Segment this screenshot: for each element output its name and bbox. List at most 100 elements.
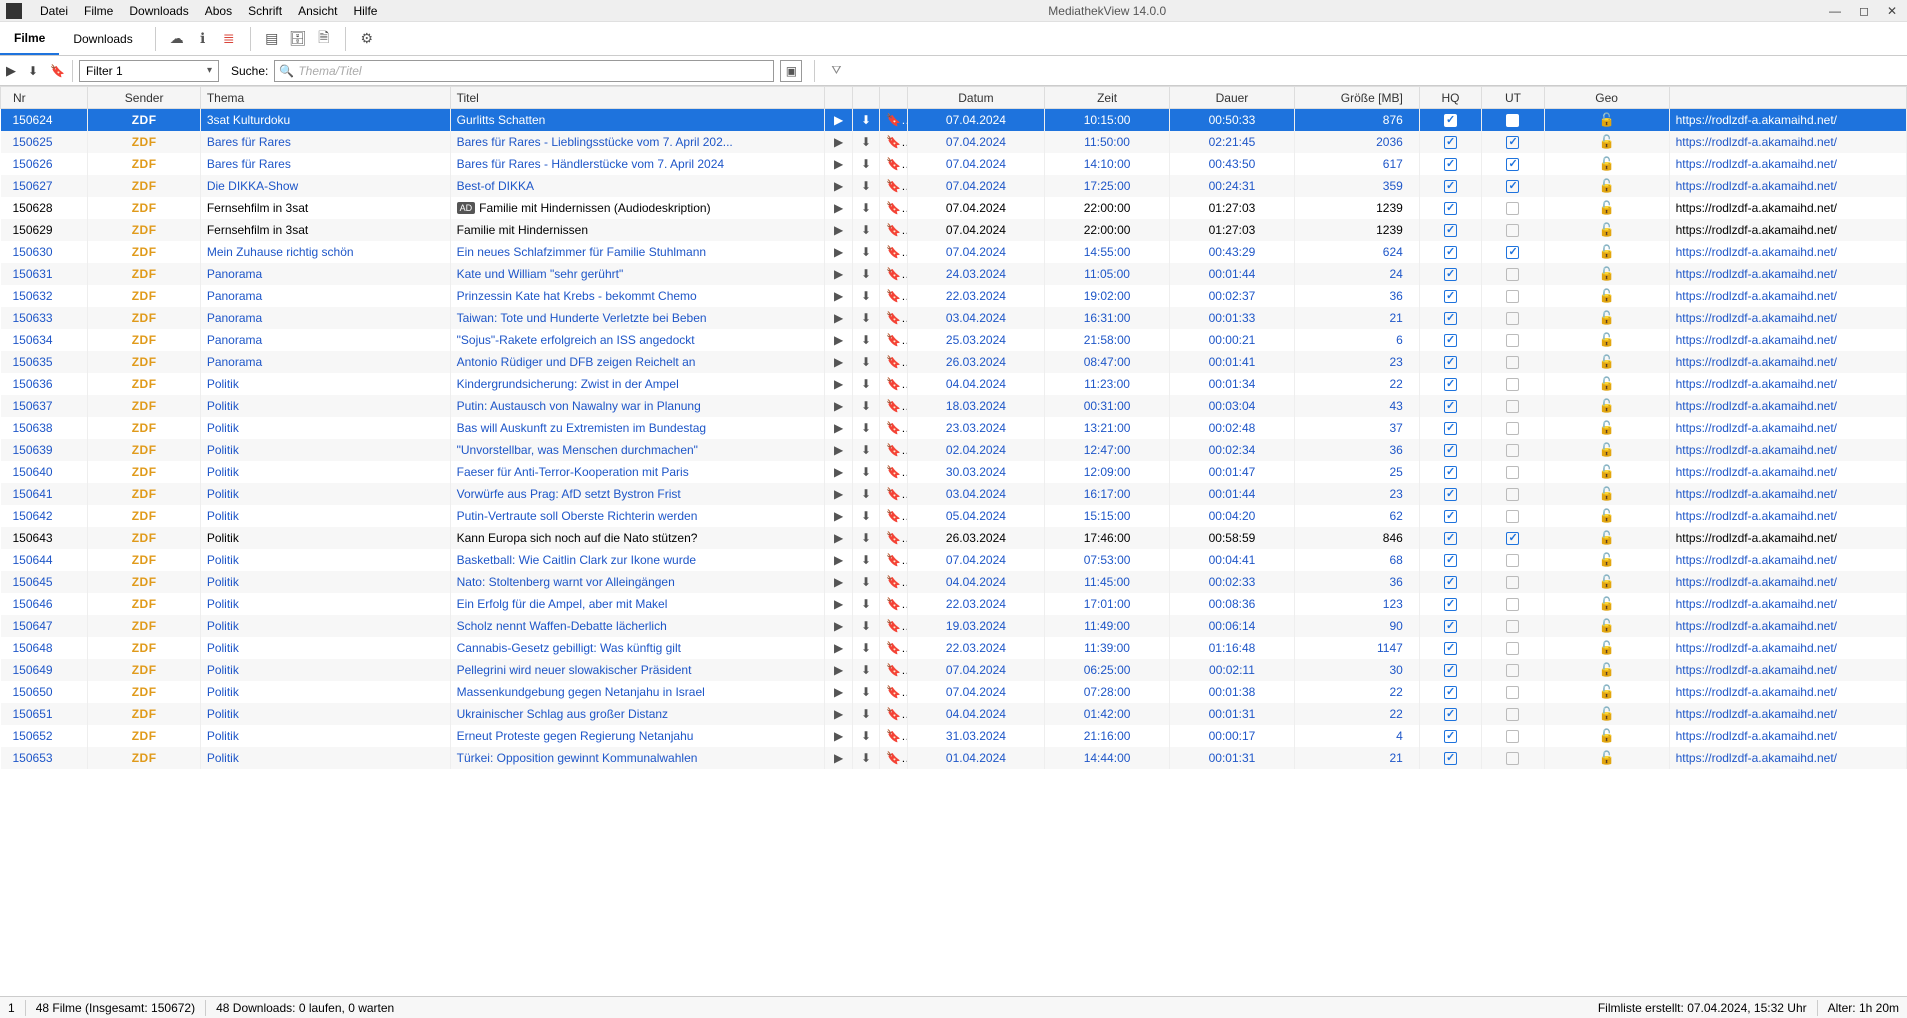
cell-bookmark[interactable]: 🔖 xyxy=(880,197,907,219)
table-row[interactable]: 150648ZDFPolitikCannabis-Gesetz gebillig… xyxy=(1,637,1907,659)
cell-play[interactable]: ▶ xyxy=(825,219,852,241)
menu-item-hilfe[interactable]: Hilfe xyxy=(345,4,385,18)
table-row[interactable]: 150630ZDFMein Zuhause richtig schönEin n… xyxy=(1,241,1907,263)
tab-filme[interactable]: Filme xyxy=(0,23,59,55)
cell-bookmark[interactable]: 🔖 xyxy=(880,593,907,615)
table-row[interactable]: 150647ZDFPolitikScholz nennt Waffen-Deba… xyxy=(1,615,1907,637)
cell-play[interactable]: ▶ xyxy=(825,615,852,637)
cell-bookmark[interactable]: 🔖 xyxy=(880,153,907,175)
col-geo[interactable]: Geo xyxy=(1544,87,1669,109)
cloud-download-icon[interactable]: ☁ xyxy=(164,30,190,47)
table-row[interactable]: 150649ZDFPolitikPellegrini wird neuer sl… xyxy=(1,659,1907,681)
col-thema[interactable]: Thema xyxy=(200,87,450,109)
cell-download[interactable]: ⬇ xyxy=(852,329,879,351)
table-row[interactable]: 150627ZDFDie DIKKA-ShowBest-of DIKKA▶⬇🔖0… xyxy=(1,175,1907,197)
table-row[interactable]: 150646ZDFPolitikEin Erfolg für die Ampel… xyxy=(1,593,1907,615)
cell-download[interactable]: ⬇ xyxy=(852,175,879,197)
cell-play[interactable]: ▶ xyxy=(825,351,852,373)
table-row[interactable]: 150629ZDFFernsehfilm in 3satFamilie mit … xyxy=(1,219,1907,241)
cell-bookmark[interactable]: 🔖 xyxy=(880,615,907,637)
col-size[interactable]: Größe [MB] xyxy=(1294,87,1419,109)
table-row[interactable]: 150652ZDFPolitikErneut Proteste gegen Re… xyxy=(1,725,1907,747)
cell-bookmark[interactable]: 🔖 xyxy=(880,285,907,307)
cell-play[interactable]: ▶ xyxy=(825,263,852,285)
cell-download[interactable]: ⬇ xyxy=(852,703,879,725)
col-nr[interactable]: Nr xyxy=(1,87,88,109)
cell-bookmark[interactable]: 🔖 xyxy=(880,417,907,439)
cell-download[interactable]: ⬇ xyxy=(852,681,879,703)
cell-download[interactable]: ⬇ xyxy=(852,373,879,395)
cell-play[interactable]: ▶ xyxy=(825,461,852,483)
filter-select[interactable]: Filter 1 ▾ xyxy=(79,60,219,82)
table-row[interactable]: 150624ZDF3sat KulturdokuGurlitts Schatte… xyxy=(1,109,1907,131)
cell-play[interactable]: ▶ xyxy=(825,131,852,153)
cell-download[interactable]: ⬇ xyxy=(852,153,879,175)
cell-bookmark[interactable]: 🔖 xyxy=(880,483,907,505)
cell-play[interactable]: ▶ xyxy=(825,307,852,329)
table-row[interactable]: 150637ZDFPolitikPutin: Austausch von Naw… xyxy=(1,395,1907,417)
funnel-icon[interactable]: ⛛ xyxy=(831,63,841,78)
col-hq[interactable]: HQ xyxy=(1419,87,1481,109)
cell-play[interactable]: ▶ xyxy=(825,483,852,505)
close-icon[interactable]: ✕ xyxy=(1887,4,1897,18)
cell-bookmark[interactable]: 🔖 xyxy=(880,351,907,373)
col-titel[interactable]: Titel xyxy=(450,87,825,109)
table-row[interactable]: 150628ZDFFernsehfilm in 3satADFamilie mi… xyxy=(1,197,1907,219)
cell-play[interactable]: ▶ xyxy=(825,593,852,615)
cell-play[interactable]: ▶ xyxy=(825,109,852,131)
table-row[interactable]: 150631ZDFPanoramaKate und William "sehr … xyxy=(1,263,1907,285)
cell-play[interactable]: ▶ xyxy=(825,153,852,175)
cell-bookmark[interactable]: 🔖 xyxy=(880,527,907,549)
cell-bookmark[interactable]: 🔖 xyxy=(880,659,907,681)
cell-bookmark[interactable]: 🔖 xyxy=(880,175,907,197)
col-play[interactable] xyxy=(825,87,852,109)
menu-item-datei[interactable]: Datei xyxy=(32,4,76,18)
cell-bookmark[interactable]: 🔖 xyxy=(880,439,907,461)
cell-play[interactable]: ▶ xyxy=(825,725,852,747)
cell-bookmark[interactable]: 🔖 xyxy=(880,549,907,571)
table-row[interactable]: 150645ZDFPolitikNato: Stoltenberg warnt … xyxy=(1,571,1907,593)
cell-bookmark[interactable]: 🔖 xyxy=(880,747,907,769)
cell-download[interactable]: ⬇ xyxy=(852,615,879,637)
cell-download[interactable]: ⬇ xyxy=(852,593,879,615)
cell-play[interactable]: ▶ xyxy=(825,747,852,769)
cell-bookmark[interactable]: 🔖 xyxy=(880,219,907,241)
menu-item-filme[interactable]: Filme xyxy=(76,4,121,18)
cell-bookmark[interactable]: 🔖 xyxy=(880,395,907,417)
cell-play[interactable]: ▶ xyxy=(825,241,852,263)
col-zeit[interactable]: Zeit xyxy=(1045,87,1170,109)
cell-download[interactable]: ⬇ xyxy=(852,527,879,549)
menu-item-schrift[interactable]: Schrift xyxy=(240,4,290,18)
table-row[interactable]: 150638ZDFPolitikBas will Auskunft zu Ext… xyxy=(1,417,1907,439)
table-row[interactable]: 150643ZDFPolitikKann Europa sich noch au… xyxy=(1,527,1907,549)
settings-icon[interactable]: ⚙ xyxy=(354,30,380,47)
search-input[interactable] xyxy=(298,64,769,78)
cell-play[interactable]: ▶ xyxy=(825,681,852,703)
cell-play[interactable]: ▶ xyxy=(825,439,852,461)
cell-bookmark[interactable]: 🔖 xyxy=(880,637,907,659)
menu-item-ansicht[interactable]: Ansicht xyxy=(290,4,345,18)
cell-download[interactable]: ⬇ xyxy=(852,131,879,153)
cell-bookmark[interactable]: 🔖 xyxy=(880,461,907,483)
cell-play[interactable]: ▶ xyxy=(825,395,852,417)
cell-download[interactable]: ⬇ xyxy=(852,439,879,461)
document-icon[interactable]: 🗎 xyxy=(311,27,337,51)
cell-bookmark[interactable]: 🔖 xyxy=(880,241,907,263)
cell-bookmark[interactable]: 🔖 xyxy=(880,571,907,593)
table-row[interactable]: 150653ZDFPolitikTürkei: Opposition gewin… xyxy=(1,747,1907,769)
panel-icon[interactable]: ▤ xyxy=(259,30,285,47)
cell-download[interactable]: ⬇ xyxy=(852,395,879,417)
table-row[interactable]: 150625ZDFBares für RaresBares für Rares … xyxy=(1,131,1907,153)
cell-play[interactable]: ▶ xyxy=(825,373,852,395)
play-icon[interactable]: ▶ xyxy=(6,63,22,79)
cell-download[interactable]: ⬇ xyxy=(852,285,879,307)
cell-download[interactable]: ⬇ xyxy=(852,351,879,373)
cell-play[interactable]: ▶ xyxy=(825,285,852,307)
cell-download[interactable]: ⬇ xyxy=(852,197,879,219)
table-row[interactable]: 150626ZDFBares für RaresBares für Rares … xyxy=(1,153,1907,175)
cell-play[interactable]: ▶ xyxy=(825,329,852,351)
table-row[interactable]: 150636ZDFPolitikKindergrundsicherung: Zw… xyxy=(1,373,1907,395)
cell-play[interactable]: ▶ xyxy=(825,549,852,571)
list-icon[interactable]: ≣ xyxy=(216,30,242,47)
cell-download[interactable]: ⬇ xyxy=(852,549,879,571)
